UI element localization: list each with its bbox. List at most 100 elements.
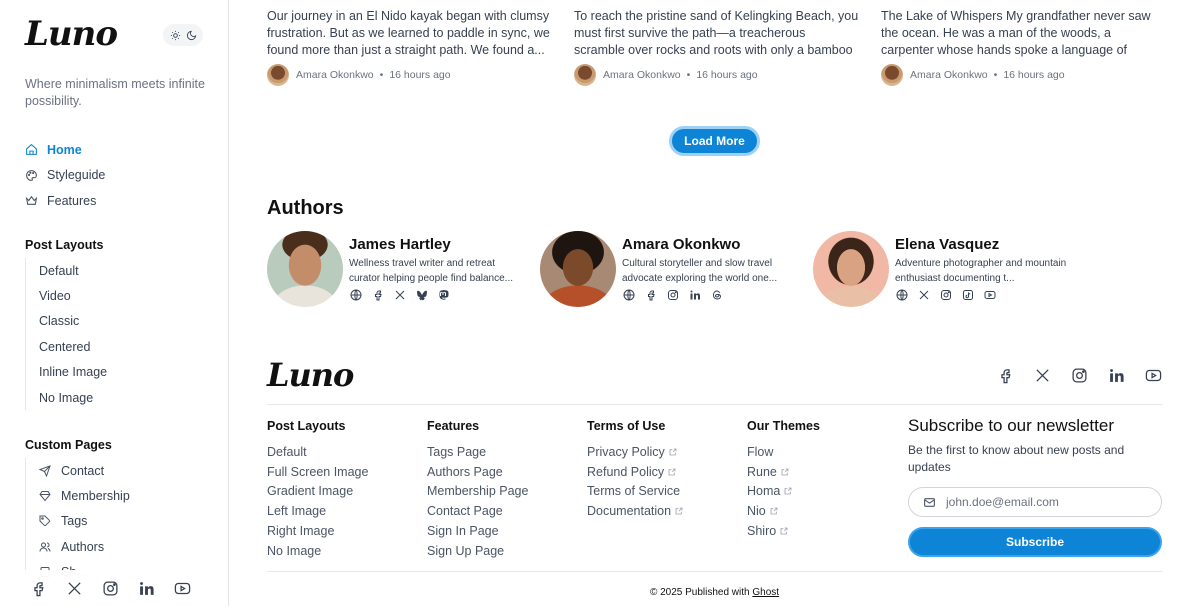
footer-link[interactable]: Full Screen Image: [267, 462, 427, 482]
x-icon[interactable]: [918, 289, 930, 301]
globe-icon[interactable]: [623, 289, 635, 301]
footer-link[interactable]: Contact Page: [427, 501, 587, 521]
instagram-icon[interactable]: [940, 289, 952, 301]
diamond-icon: [39, 491, 51, 502]
footer-link[interactable]: Default: [267, 442, 427, 462]
site-logo[interactable]: Luno: [25, 14, 118, 54]
footer-link[interactable]: Right Image: [267, 521, 427, 541]
footer-link[interactable]: Refund Policy: [587, 462, 747, 482]
youtube-icon[interactable]: [1145, 367, 1162, 384]
sidebar-item-inline-image[interactable]: Inline Image: [26, 360, 107, 385]
footer-link[interactable]: Left Image: [267, 501, 427, 521]
sidebar-item-default[interactable]: Default: [26, 258, 107, 283]
x-icon[interactable]: [66, 580, 83, 597]
facebook-icon[interactable]: [30, 580, 47, 597]
youtube-icon[interactable]: [174, 580, 191, 597]
author-name[interactable]: James Hartley: [349, 236, 451, 253]
nav-item-features[interactable]: Features: [25, 188, 105, 214]
footer-link[interactable]: No Image: [267, 541, 427, 561]
footer-logo[interactable]: Luno: [267, 356, 354, 394]
footer-link[interactable]: Documentation: [587, 501, 747, 521]
external-link-icon: [781, 468, 789, 476]
facebook-icon[interactable]: [645, 289, 657, 301]
theme-toggle[interactable]: [163, 24, 203, 46]
post-author[interactable]: Amara Okonkwo: [603, 69, 681, 81]
globe-icon[interactable]: [896, 289, 908, 301]
bluesky-icon[interactable]: [416, 289, 428, 301]
post-author[interactable]: Amara Okonkwo: [296, 69, 374, 81]
facebook-icon[interactable]: [372, 289, 384, 301]
sidebar-item-contact[interactable]: Contact: [26, 458, 130, 483]
footer-link[interactable]: Authors Page: [427, 462, 587, 482]
sidebar-item-tags[interactable]: Tags: [26, 509, 130, 534]
x-icon[interactable]: [1034, 367, 1051, 384]
facebook-icon[interactable]: [997, 367, 1014, 384]
linkedin-icon[interactable]: [1108, 367, 1125, 384]
globe-icon[interactable]: [350, 289, 362, 301]
sidebar-item-video[interactable]: Video: [26, 283, 107, 308]
footer-link[interactable]: Privacy Policy: [587, 442, 747, 462]
footer-link[interactable]: Flow: [747, 442, 907, 462]
sidebar-item-centered[interactable]: Centered: [26, 334, 107, 359]
author-card[interactable]: James Hartley Wellness travel writer and…: [267, 231, 522, 307]
instagram-icon[interactable]: [102, 580, 119, 597]
tiktok-icon[interactable]: [962, 289, 974, 301]
post-card[interactable]: The Lake of Whispers My grandfather neve…: [881, 8, 1166, 86]
email-field[interactable]: [946, 495, 1146, 509]
author-card[interactable]: Amara Okonkwo Cultural storyteller and s…: [540, 231, 795, 307]
sidebar-item-no-image[interactable]: No Image: [26, 385, 107, 410]
mastodon-icon[interactable]: [438, 289, 450, 301]
linkedin-icon[interactable]: [138, 580, 155, 597]
post-excerpt[interactable]: The Lake of Whispers My grandfather neve…: [881, 8, 1166, 60]
footer-link[interactable]: Gradient Image: [267, 482, 427, 502]
instagram-icon[interactable]: [667, 289, 679, 301]
post-excerpt[interactable]: Our journey in an El Nido kayak began wi…: [267, 8, 552, 60]
sidebar: Luno Where minimalism meets infinite pos…: [0, 0, 229, 606]
email-field-wrapper[interactable]: [908, 487, 1162, 517]
footer-link[interactable]: Tags Page: [427, 442, 587, 462]
footer-link[interactable]: Homa: [747, 482, 907, 502]
author-name[interactable]: Elena Vasquez: [895, 236, 999, 253]
footer-link[interactable]: Rune: [747, 462, 907, 482]
post-card[interactable]: To reach the pristine sand of Kelingking…: [574, 8, 859, 86]
load-more-button[interactable]: Load More: [669, 126, 760, 156]
subscribe-button[interactable]: Subscribe: [908, 527, 1162, 557]
footer-link[interactable]: Sign Up Page: [427, 541, 587, 561]
send-icon: [39, 464, 51, 477]
avatar[interactable]: [574, 64, 596, 86]
nav-item-styleguide[interactable]: Styleguide: [25, 163, 105, 189]
external-link-icon: [780, 527, 788, 535]
avatar[interactable]: [881, 64, 903, 86]
instagram-icon[interactable]: [1071, 367, 1088, 384]
avatar[interactable]: [267, 64, 289, 86]
footer-link-label: Shiro: [747, 524, 777, 539]
footer-link[interactable]: Terms of Service: [587, 482, 747, 502]
author-photo[interactable]: [267, 231, 343, 307]
post-time: 16 hours ago: [389, 69, 451, 81]
post-excerpt[interactable]: To reach the pristine sand of Kelingking…: [574, 8, 859, 60]
linkedin-icon[interactable]: [689, 289, 701, 301]
youtube-icon[interactable]: [984, 289, 996, 301]
author-name[interactable]: Amara Okonkwo: [622, 236, 740, 253]
author-card[interactable]: Elena Vasquez Adventure photographer and…: [813, 231, 1068, 307]
post-card[interactable]: Our journey in an El Nido kayak began wi…: [267, 8, 552, 86]
crown-icon: [25, 196, 38, 206]
ghost-link[interactable]: Ghost: [752, 587, 779, 598]
external-link-icon: [675, 507, 683, 515]
nav-item-home[interactable]: Home: [25, 137, 105, 163]
footer-social-links: [997, 367, 1162, 384]
post-author[interactable]: Amara Okonkwo: [910, 69, 988, 81]
author-photo[interactable]: [813, 231, 889, 307]
moon-icon: [186, 30, 196, 40]
footer-link[interactable]: Nio: [747, 501, 907, 521]
footer-link[interactable]: Sign In Page: [427, 521, 587, 541]
footer-link[interactable]: Shiro: [747, 521, 907, 541]
sidebar-item-membership[interactable]: Membership: [26, 483, 130, 508]
sidebar-item-authors[interactable]: Authors: [26, 534, 130, 559]
sidebar-item-classic[interactable]: Classic: [26, 309, 107, 334]
threads-icon[interactable]: [711, 289, 723, 301]
footer-link[interactable]: Membership Page: [427, 482, 587, 502]
author-photo[interactable]: [540, 231, 616, 307]
x-icon[interactable]: [394, 289, 406, 301]
footer-link-label: Flow: [747, 444, 774, 459]
